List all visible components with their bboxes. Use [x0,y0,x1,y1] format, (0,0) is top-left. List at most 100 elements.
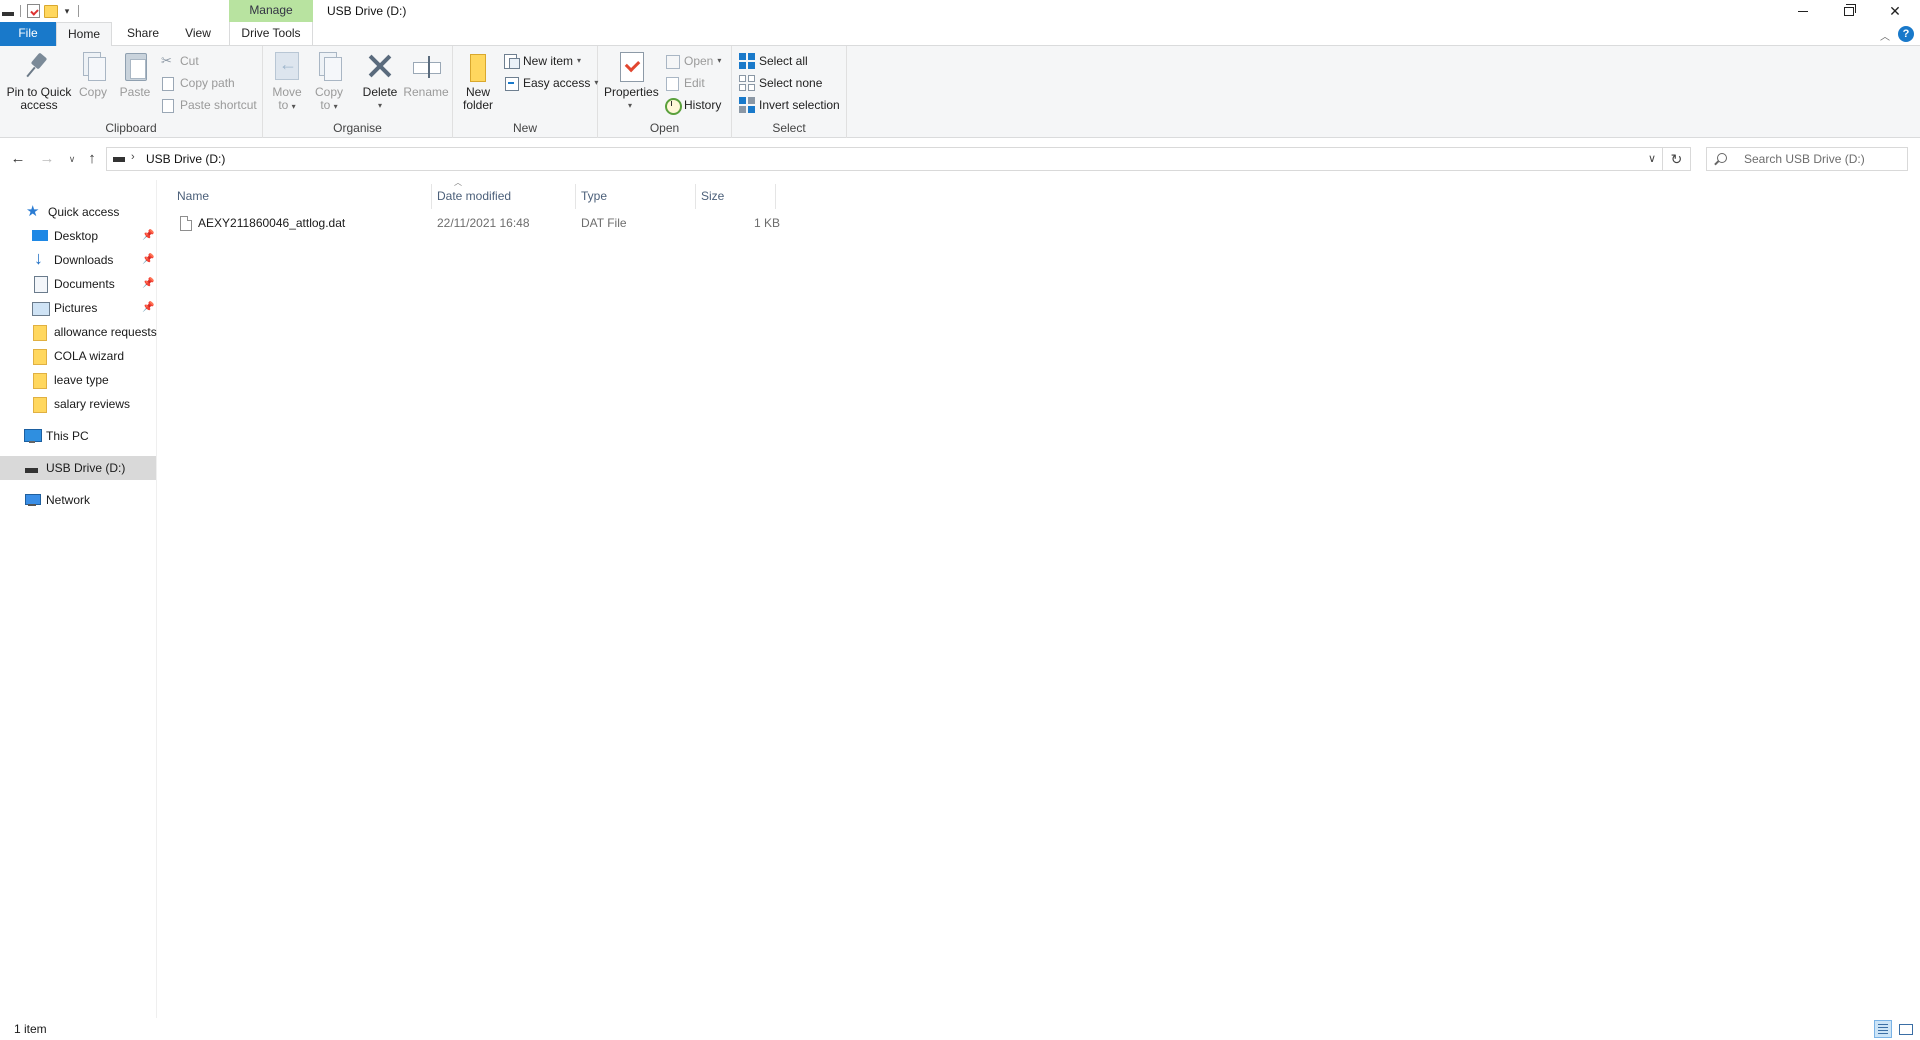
new-item-button[interactable]: New item ▾ [503,51,581,71]
open-group-label: Open [649,121,680,135]
help-icon[interactable]: ? [1898,26,1914,42]
nav-item-label: salary reviews [54,397,131,411]
new-folder-button[interactable]: New folder [458,50,498,112]
column-header-date-modified[interactable]: Date modified [432,184,576,209]
nav-item-pictures[interactable]: Pictures 📌 [0,296,156,320]
nav-item-leave-type[interactable]: leave type [0,368,156,392]
history-button[interactable]: History [664,95,721,115]
new-folder-icon[interactable] [44,4,58,18]
nav-item-cola-wizard[interactable]: COLA wizard [0,344,156,368]
column-header-type[interactable]: Type [576,184,696,209]
drive-icon [113,157,125,162]
edit-button[interactable]: Edit [664,73,705,93]
file-row[interactable]: AEXY211860046_attlog.dat 22/11/2021 16:4… [172,212,784,234]
clipboard-group: Pin to Quick access Copy Paste Cut Copy … [0,46,263,138]
copy-button[interactable]: Copy [76,50,110,99]
recent-locations-button[interactable]: ∨ [62,149,82,169]
close-button[interactable]: ✕ [1872,0,1918,22]
address-history-dropdown-icon[interactable]: ∨ [1648,152,1656,165]
nav-item-salary-reviews[interactable]: salary reviews [0,392,156,416]
nav-usb-drive[interactable]: USB Drive (D:) [0,456,156,480]
dropdown-arrow-icon: ▾ [333,102,338,111]
nav-item-documents[interactable]: Documents 📌 [0,272,156,296]
address-bar[interactable]: › USB Drive (D:) ∨ [106,147,1663,171]
move-to-button[interactable]: Move to ▾ [269,50,305,113]
restore-icon [1844,3,1856,16]
copy-to-button[interactable]: Copy to ▾ [311,50,347,113]
paste-button[interactable]: Paste [118,50,152,99]
delete-button[interactable]: Delete ▾ [360,50,400,112]
nav-item-desktop[interactable]: Desktop 📌 [0,224,156,248]
breadcrumb-usb-drive[interactable]: USB Drive (D:) [146,152,225,166]
up-arrow-icon: ↑ [88,150,96,167]
pin-icon: 📌 [142,254,155,265]
nav-network-label: Network [46,493,91,507]
tab-view[interactable]: View [174,22,222,46]
cut-button[interactable]: Cut [160,51,199,71]
rename-button[interactable]: Rename [403,50,449,99]
properties-label: Properties [604,85,659,99]
select-none-icon [739,75,755,91]
select-all-label: Select all [759,54,808,68]
search-box[interactable] [1706,147,1908,171]
collapse-ribbon-icon[interactable]: ︿ [1880,28,1890,43]
select-all-button[interactable]: Select all [739,51,808,71]
nav-network[interactable]: Network [0,488,156,512]
minimize-button[interactable] [1780,0,1826,22]
item-count: 1 item [14,1022,47,1036]
easy-access-label: Easy access [523,76,591,90]
pin-icon: 📌 [142,230,155,241]
nav-item-downloads[interactable]: Downloads 📌 [0,248,156,272]
open-button[interactable]: Open ▾ [664,51,721,71]
open-label: Open [684,54,714,68]
organise-group: Move to ▾ Copy to ▾ Delete ▾ Rename Orga… [263,46,453,138]
select-none-label: Select none [759,76,823,90]
up-button[interactable]: ↑ [82,149,102,169]
file-name-cell[interactable]: AEXY211860046_attlog.dat [180,212,345,234]
tab-home[interactable]: Home [56,22,112,47]
customize-toolbar-dropdown-icon[interactable]: ▾ [62,6,72,17]
invert-selection-icon [739,97,755,113]
column-header-size[interactable]: Size [696,184,776,209]
new-item-label: New item [523,54,574,68]
select-none-button[interactable]: Select none [739,73,822,93]
folder-icon [32,324,48,341]
ribbon: Pin to Quick access Copy Paste Cut Copy … [0,46,1920,138]
status-bar: 1 item [0,1018,1920,1040]
nav-this-pc-label: This PC [46,429,89,443]
search-input[interactable] [1744,151,1904,167]
forward-button[interactable]: → [37,149,57,169]
column-header-name[interactable]: Name [172,184,432,209]
refresh-button[interactable]: ↻ [1663,147,1691,171]
title-bar: ▾ Manage USB Drive (D:) ✕ [0,0,1920,22]
column-header-name-label: Name [177,189,210,203]
new-group: New folder New item ▾ Easy access ▾ New [453,46,598,138]
invert-selection-label: Invert selection [759,98,840,112]
nav-item-allowance-requests[interactable]: allowance requests [0,320,157,344]
rename-label: Rename [403,85,449,99]
paste-shortcut-button[interactable]: Paste shortcut [160,95,257,115]
pin-to-quick-access-button[interactable]: Pin to Quick access [4,50,74,112]
copy-path-button[interactable]: Copy path [160,73,235,93]
nav-quick-access[interactable]: Quick access [0,200,156,224]
copy-label: Copy [78,85,107,99]
breadcrumb-chevron-icon[interactable]: › [131,151,135,163]
properties-icon[interactable] [27,4,40,18]
large-icons-view-button[interactable] [1896,1020,1914,1038]
tab-share[interactable]: Share [117,22,169,46]
select-group: Select all Select none Invert selection … [732,46,847,138]
tab-drive-tools[interactable]: Drive Tools [229,22,313,46]
folder-icon [32,372,48,389]
back-button[interactable]: ← [8,149,28,169]
file-list: Name ︿ Date modified Type Size AEXY21186… [160,178,1920,1018]
details-view-button[interactable] [1874,1020,1892,1038]
nav-quick-access-label: Quick access [48,205,120,219]
nav-this-pc[interactable]: This PC [0,424,156,448]
easy-access-button[interactable]: Easy access ▾ [503,73,598,93]
restore-button[interactable] [1826,0,1872,22]
file-name: AEXY211860046_attlog.dat [198,216,346,230]
properties-icon [614,50,646,82]
properties-button[interactable]: Properties ▾ [604,50,659,112]
invert-selection-button[interactable]: Invert selection [739,95,840,115]
tab-file[interactable]: File [0,22,56,46]
